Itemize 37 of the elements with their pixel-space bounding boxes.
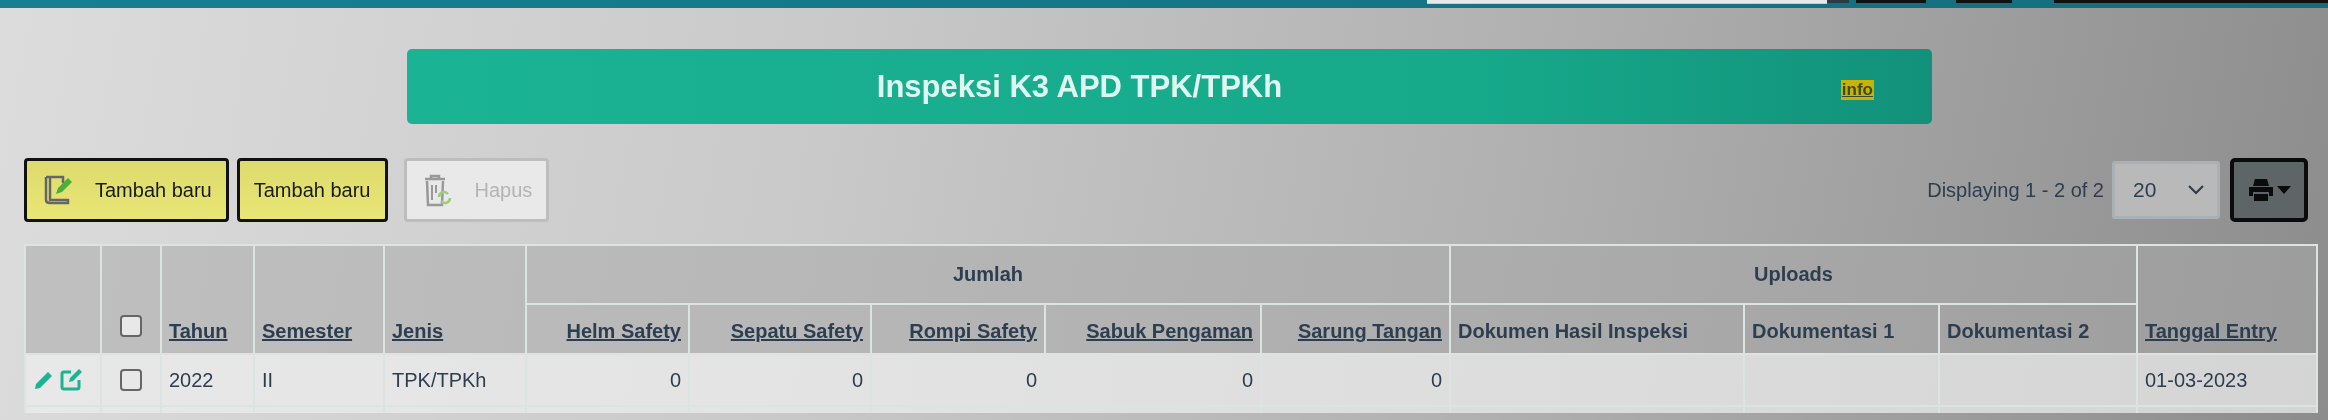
pager-text: Displaying 1 - 2 of 2 bbox=[1927, 178, 2104, 202]
table-cell: 0 bbox=[1025, 368, 1037, 391]
info-link[interactable]: info bbox=[1840, 80, 1874, 100]
page-title: Inspeksi K3 APD TPK/TPKh bbox=[876, 68, 1283, 105]
table-cell: 0 bbox=[1241, 368, 1253, 391]
column-header[interactable]: Sepatu Safety bbox=[689, 304, 871, 354]
table-cell: 01-03-2023 bbox=[2145, 368, 2248, 391]
print-button[interactable] bbox=[2230, 158, 2308, 222]
pencil-icon bbox=[33, 369, 55, 391]
column-header[interactable]: Jenis bbox=[384, 245, 526, 354]
table-cell: II bbox=[262, 368, 274, 391]
select-all-checkbox[interactable] bbox=[120, 315, 142, 337]
column-header[interactable]: Semester bbox=[254, 245, 384, 354]
table-cell: TPK/TPKh bbox=[392, 368, 487, 391]
column-group-header: Uploads bbox=[1450, 245, 2137, 304]
table-cell: 0 bbox=[669, 368, 681, 391]
chevron-down-icon bbox=[2187, 184, 2205, 196]
row-checkbox[interactable] bbox=[120, 369, 142, 391]
add-button[interactable]: Tambah baru bbox=[24, 158, 229, 222]
caret-icon bbox=[2276, 186, 2291, 194]
column-header: Dokumentasi 1 bbox=[1744, 304, 1939, 354]
column-header[interactable]: Sabuk Pengaman bbox=[1045, 304, 1261, 354]
column-header[interactable]: Tanggal Entry bbox=[2137, 245, 2317, 354]
column-header[interactable]: Sarung Tangan bbox=[1261, 304, 1450, 354]
column-group-header: Jumlah bbox=[526, 245, 1450, 304]
table-cell: 0 bbox=[1430, 368, 1442, 391]
edit-square-icon bbox=[59, 368, 83, 392]
table-cell: 2022 bbox=[169, 368, 214, 391]
column-header[interactable]: Tahun bbox=[161, 245, 254, 354]
column-header[interactable]: Rompi Safety bbox=[871, 304, 1045, 354]
table-cell: 0 bbox=[851, 368, 863, 391]
column-header: Dokumentasi 2 bbox=[1939, 304, 2137, 354]
column-header: Dokumen Hasil Inspeksi bbox=[1450, 304, 1744, 354]
add-button[interactable]: Tambah baru bbox=[236, 158, 388, 222]
page-size-select[interactable]: 20 bbox=[2112, 161, 2220, 219]
column-header[interactable]: Helm Safety bbox=[526, 304, 689, 354]
printer-icon bbox=[2247, 178, 2274, 202]
